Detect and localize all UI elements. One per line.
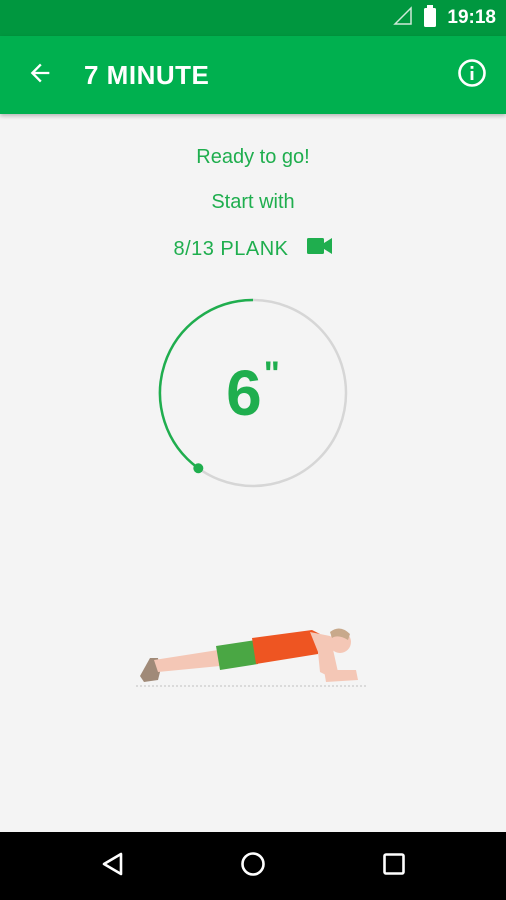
nav-back-button[interactable] (93, 846, 133, 886)
battery-icon (423, 4, 437, 32)
nav-home-button[interactable] (233, 846, 273, 886)
app-bar: 7 MINUTE (0, 36, 506, 114)
status-time: 19:18 (447, 7, 496, 28)
page-title: 7 MINUTE (84, 60, 210, 90)
arrow-back-icon (26, 59, 54, 92)
plank-illustration (134, 620, 368, 694)
status-icons: 19:18 (393, 0, 496, 36)
signal-icon (393, 5, 413, 31)
timer-unit: " (263, 355, 280, 393)
countdown-timer: 6 " (157, 297, 349, 489)
nav-recents-button[interactable] (374, 846, 414, 886)
recents-square-icon (381, 851, 407, 882)
status-bar: 19:18 (0, 0, 506, 36)
ready-text: Ready to go! (196, 146, 310, 168)
info-icon (457, 58, 487, 93)
exercise-label: 8/13 PLANK (173, 237, 289, 260)
info-button[interactable] (454, 57, 490, 93)
exercise-row: 8/13 PLANK (0, 236, 506, 262)
system-nav-bar (0, 832, 506, 900)
video-button[interactable] (306, 237, 333, 261)
back-triangle-icon (100, 851, 126, 882)
back-button[interactable] (20, 55, 60, 95)
timer-value: 6 " (157, 297, 349, 489)
start-with-text: Start with (211, 191, 295, 213)
home-circle-icon (240, 851, 266, 882)
timer-number: 6 (226, 357, 262, 429)
videocam-icon (306, 237, 333, 261)
